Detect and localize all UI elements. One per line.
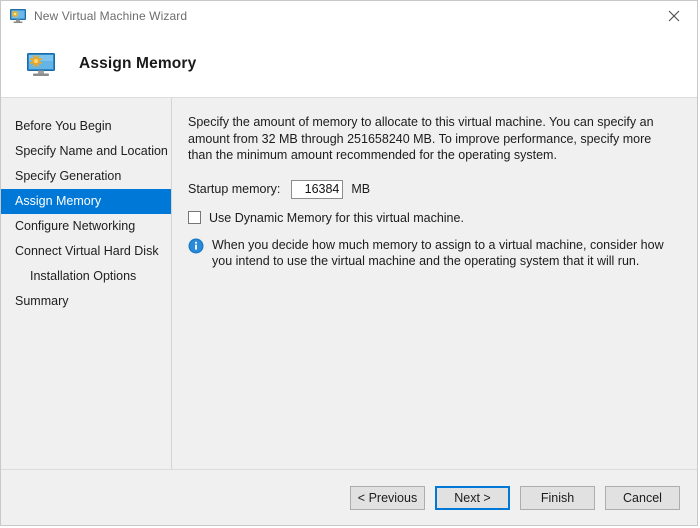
- page-header: Assign Memory: [1, 30, 697, 98]
- title-bar: New Virtual Machine Wizard: [1, 1, 697, 30]
- startup-memory-unit-label: MB: [351, 182, 371, 196]
- info-icon: [188, 238, 204, 254]
- window-title: New Virtual Machine Wizard: [34, 8, 188, 23]
- cancel-button[interactable]: Cancel: [605, 485, 680, 510]
- dynamic-memory-label: Use Dynamic Memory for this virtual mach…: [209, 210, 464, 225]
- finish-button[interactable]: Finish: [520, 485, 595, 510]
- startup-memory-row: Startup memory: MB: [188, 179, 675, 199]
- sidebar-item-configure-networking[interactable]: Configure Networking: [1, 214, 171, 239]
- next-button[interactable]: Next >: [435, 485, 510, 510]
- startup-memory-label: Startup memory:: [188, 182, 281, 196]
- dynamic-memory-checkbox[interactable]: [188, 211, 201, 224]
- info-note-text: When you decide how much memory to assig…: [212, 237, 664, 269]
- sidebar-item-assign-memory[interactable]: Assign Memory: [1, 189, 171, 214]
- sidebar-item-installation-options[interactable]: Installation Options: [1, 264, 171, 289]
- sidebar-item-connect-virtual-hard-disk[interactable]: Connect Virtual Hard Disk: [1, 239, 171, 264]
- info-note: When you decide how much memory to assig…: [188, 237, 675, 270]
- dialog-body: Before You Begin Specify Name and Locati…: [1, 98, 697, 469]
- instruction-text: Specify the amount of memory to allocate…: [188, 115, 654, 162]
- sidebar-item-specify-generation[interactable]: Specify Generation: [1, 164, 171, 189]
- startup-memory-input[interactable]: [291, 179, 344, 199]
- dialog-footer: < Previous Next > Finish Cancel: [1, 469, 697, 525]
- sidebar-item-specify-name-and-location[interactable]: Specify Name and Location: [1, 139, 171, 164]
- page-title: Assign Memory: [79, 54, 197, 72]
- close-button[interactable]: [651, 1, 697, 30]
- close-icon: [668, 10, 680, 22]
- previous-button[interactable]: < Previous: [350, 485, 425, 510]
- new-virtual-machine-wizard-dialog: New Virtual Machine Wizard Assign Memory…: [0, 0, 698, 526]
- virtual-machine-icon: [10, 8, 26, 24]
- sidebar-item-before-you-begin[interactable]: Before You Begin: [1, 114, 171, 139]
- wizard-steps-sidebar: Before You Begin Specify Name and Locati…: [1, 98, 172, 469]
- sidebar-item-summary[interactable]: Summary: [1, 289, 171, 314]
- dynamic-memory-checkbox-row[interactable]: Use Dynamic Memory for this virtual mach…: [188, 211, 675, 225]
- main-content-pane: Specify the amount of memory to allocate…: [172, 98, 697, 469]
- virtual-machine-icon: [25, 48, 57, 80]
